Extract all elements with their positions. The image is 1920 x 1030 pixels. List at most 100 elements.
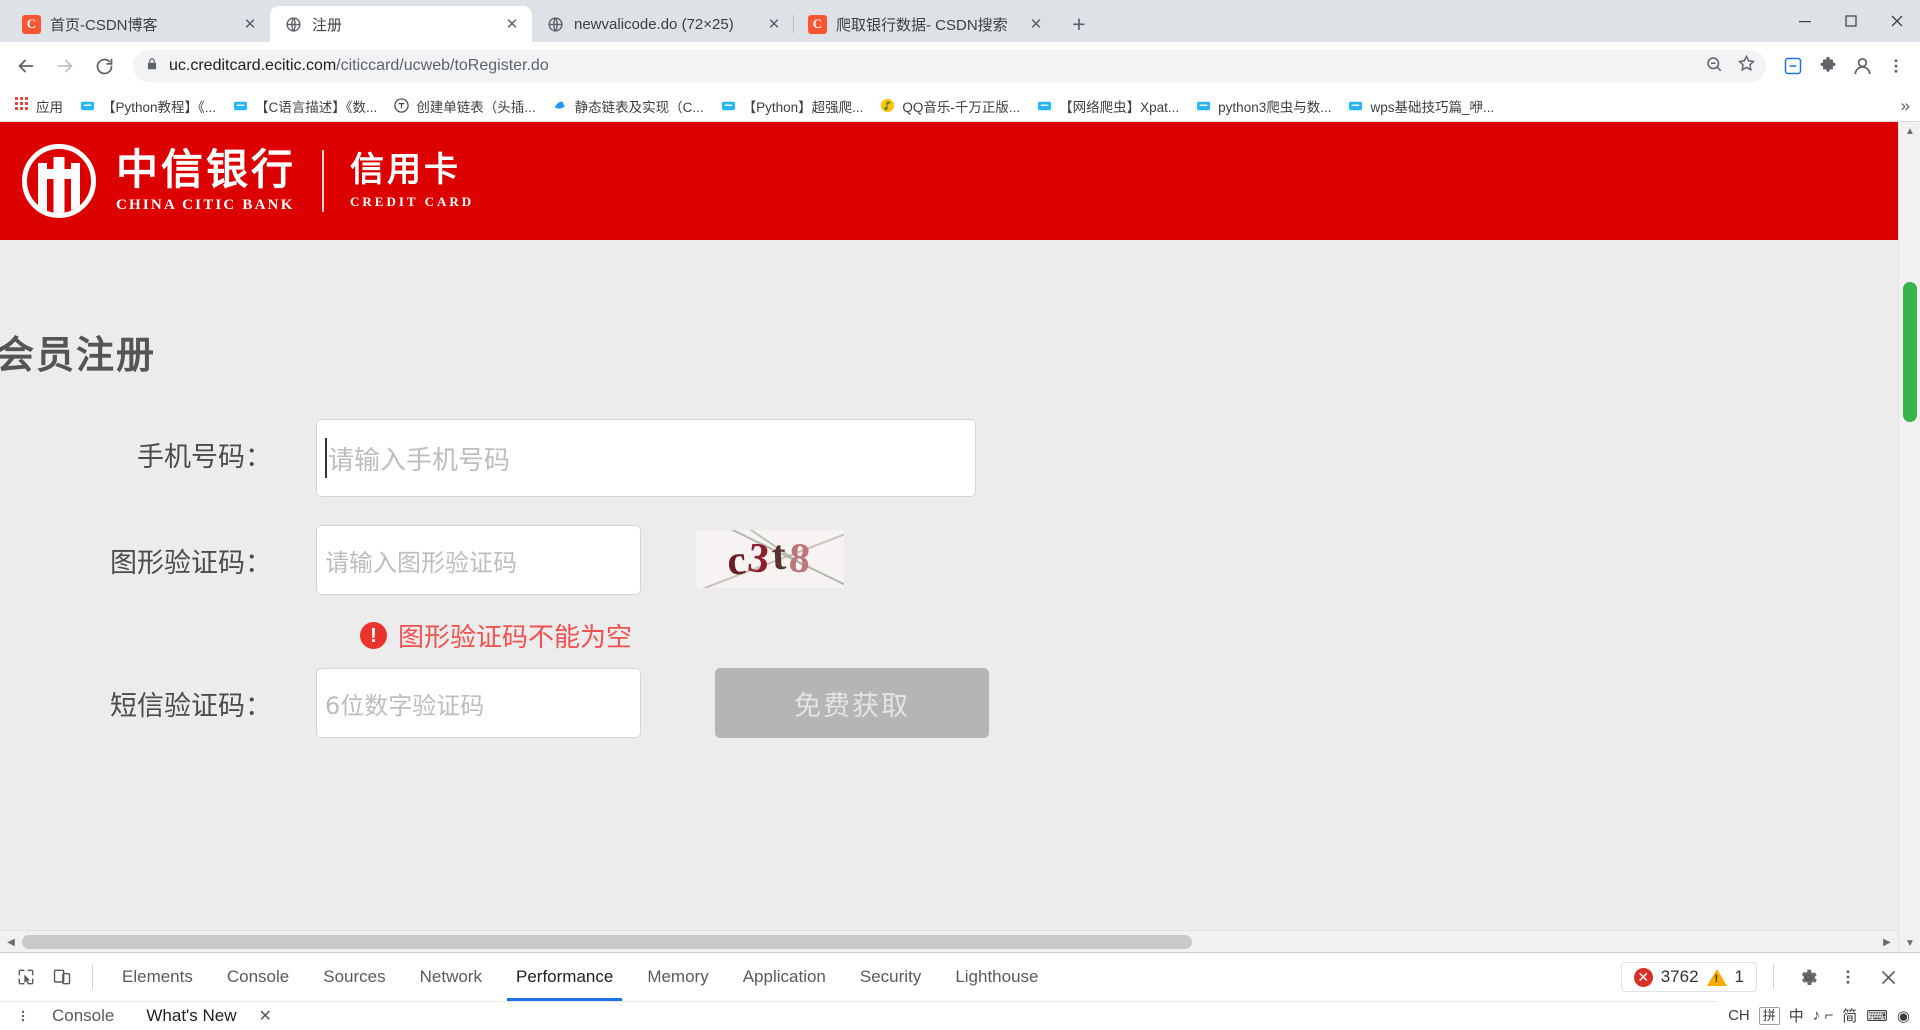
inspect-element-icon[interactable] — [8, 959, 44, 995]
ime-simplified[interactable]: 简 — [1842, 1005, 1857, 1026]
forward-button[interactable] — [47, 48, 83, 84]
tab-close-icon[interactable]: ✕ — [1026, 14, 1046, 34]
ime-keyboard-icon[interactable]: ⌨ — [1866, 1007, 1888, 1025]
ime-pinyin-mode[interactable]: 拼 — [1759, 1007, 1780, 1025]
tab-title: newvalicode.do (72×25) — [574, 16, 755, 33]
extensions-puzzle-icon[interactable] — [1812, 50, 1844, 82]
brand-divider — [322, 150, 324, 212]
form-row-image-captcha: 图形验证码： 请输入图形验证码 c3t8 — [0, 525, 1920, 603]
extension-icon-1[interactable] — [1777, 50, 1809, 82]
devtools-tab-lighthouse[interactable]: Lighthouse — [938, 953, 1055, 1001]
drawer-tab-close-icon[interactable]: ✕ — [259, 1006, 272, 1026]
reload-button[interactable] — [86, 48, 122, 84]
image-captcha-input[interactable]: 请输入图形验证码 — [316, 525, 641, 595]
scroll-right-icon[interactable]: ▶ — [1878, 931, 1896, 952]
kebab-menu-icon[interactable] — [1830, 959, 1866, 995]
browser-tab-0[interactable]: C 首页-CSDN博客 ✕ — [8, 6, 270, 42]
bookmark-item-9[interactable]: wps基础技巧篇_咿... — [1340, 92, 1501, 120]
bookmark-apps[interactable]: 应用 — [6, 92, 70, 120]
warning-count-icon — [1707, 969, 1727, 986]
gear-icon[interactable] — [1790, 959, 1826, 995]
captcha-error-message: ! 图形验证码不能为空 — [316, 617, 1920, 654]
tab-close-icon[interactable]: ✕ — [240, 14, 260, 34]
bookmark-item-1[interactable]: 【Python教程】《... — [72, 92, 223, 120]
horizontal-scroll-thumb[interactable] — [22, 935, 1192, 949]
minimize-icon[interactable] — [1782, 0, 1828, 42]
new-tab-button[interactable]: + — [1064, 9, 1094, 39]
brand-name-en: CHINA CITIC BANK — [116, 197, 296, 214]
devtools-tab-memory[interactable]: Memory — [630, 953, 725, 1001]
bookmark-label: QQ音乐-千万正版... — [902, 96, 1020, 116]
issue-counts[interactable]: ✕ 3762 1 — [1621, 962, 1757, 992]
back-button[interactable] — [8, 48, 44, 84]
horizontal-scrollbar[interactable]: ◀ ▶ — [0, 930, 1898, 952]
vertical-scrollbar[interactable]: ▲ ▼ — [1898, 122, 1920, 952]
bookmark-label: python3爬虫与数... — [1218, 96, 1331, 116]
window-controls — [1782, 0, 1920, 42]
browser-tab-3[interactable]: C 爬取银行数据- CSDN搜索 ✕ — [794, 6, 1056, 42]
url-path: /citiccard/ucweb/toRegister.do — [336, 57, 549, 74]
tab-close-icon[interactable]: ✕ — [764, 14, 784, 34]
devtools-tab-elements[interactable]: Elements — [105, 953, 210, 1001]
bird-icon — [552, 97, 569, 114]
warning-count: 1 — [1735, 967, 1744, 987]
page-title: 会员注册 — [0, 240, 1920, 379]
devtools-tab-application[interactable]: Application — [726, 953, 843, 1001]
devtools-tab-sources[interactable]: Sources — [306, 953, 402, 1001]
qqmusic-icon — [879, 97, 896, 114]
bookmark-item-7[interactable]: 【网络爬虫】Xpat... — [1029, 92, 1186, 120]
site-logo[interactable]: 中信银行 CHINA CITIC BANK 信用卡 CREDIT CARD — [22, 144, 474, 218]
sms-code-input[interactable]: 6位数字验证码 — [316, 668, 641, 738]
bookmark-item-5[interactable]: 【Python】超强爬... — [713, 92, 871, 120]
ime-lang[interactable]: CH — [1728, 1007, 1750, 1024]
bookmark-item-8[interactable]: python3爬虫与数... — [1188, 92, 1338, 120]
close-icon[interactable] — [1874, 0, 1920, 42]
devtools-toolbar: Elements Console Sources Network Perform… — [0, 953, 1920, 1001]
devtools-tab-security[interactable]: Security — [843, 953, 938, 1001]
csdn-blue-icon — [79, 97, 96, 114]
ime-punctuation[interactable]: ♪ ⌐ — [1813, 1007, 1833, 1024]
chrome-menu-icon[interactable] — [1880, 50, 1912, 82]
devtools-tab-network[interactable]: Network — [403, 953, 499, 1001]
maximize-icon[interactable] — [1828, 0, 1874, 42]
bookmark-item-4[interactable]: 静态链表及实现（C... — [545, 92, 711, 120]
scroll-left-icon[interactable]: ◀ — [2, 931, 20, 952]
csdn-blue-icon — [232, 97, 249, 114]
ime-cn-mode[interactable]: 中 — [1789, 1005, 1804, 1026]
image-captcha-placeholder: 请输入图形验证码 — [325, 543, 517, 578]
drawer-menu-icon[interactable] — [10, 1009, 36, 1023]
vertical-scroll-thumb[interactable] — [1903, 282, 1917, 422]
drawer-tab-console[interactable]: Console — [36, 1006, 130, 1026]
captcha-image[interactable]: c3t8 — [696, 530, 844, 588]
bookmark-label: 【网络爬虫】Xpat... — [1059, 96, 1179, 116]
profile-avatar[interactable] — [1847, 51, 1877, 81]
bookmark-item-2[interactable]: 【C语言描述】《数... — [225, 92, 384, 120]
scroll-down-icon[interactable]: ▼ — [1899, 934, 1920, 952]
bookmark-item-6[interactable]: QQ音乐-千万正版... — [872, 92, 1027, 120]
csdn-blue-icon — [1036, 97, 1053, 114]
devtools-tab-console[interactable]: Console — [210, 953, 306, 1001]
apps-grid-icon — [13, 97, 30, 114]
tab-close-icon[interactable]: ✕ — [502, 14, 522, 34]
zhihu-icon — [393, 97, 410, 114]
form-row-phone: 手机号码： 请输入手机号码 — [0, 419, 1920, 497]
device-toolbar-icon[interactable] — [44, 959, 80, 995]
zoom-icon[interactable] — [1705, 55, 1723, 78]
drawer-tab-whats-new[interactable]: What's New — [130, 1006, 252, 1026]
get-sms-code-button[interactable]: 免费获取 — [715, 668, 989, 738]
ime-settings-icon[interactable]: ◉ — [1897, 1007, 1910, 1025]
tab-title: 爬取银行数据- CSDN搜索 — [836, 14, 1017, 35]
browser-tab-1[interactable]: 注册 ✕ — [270, 6, 532, 42]
close-icon[interactable] — [1870, 959, 1906, 995]
scroll-up-icon[interactable]: ▲ — [1899, 122, 1920, 140]
bookmarks-overflow-icon[interactable]: » — [1895, 96, 1916, 116]
phone-input[interactable]: 请输入手机号码 — [316, 419, 976, 497]
browser-tab-2[interactable]: newvalicode.do (72×25) ✕ — [532, 6, 794, 42]
text-caret — [325, 438, 327, 478]
bookmark-star-icon[interactable] — [1737, 54, 1756, 78]
brand-lockup: 中信银行 CHINA CITIC BANK 信用卡 CREDIT CARD — [116, 149, 474, 214]
toolbar-divider-2 — [1773, 965, 1774, 989]
devtools-tab-performance[interactable]: Performance — [499, 953, 630, 1001]
address-bar[interactable]: uc.creditcard.ecitic.com/citiccard/ucweb… — [133, 50, 1766, 82]
bookmark-item-3[interactable]: 创建单链表（头插... — [386, 92, 542, 120]
